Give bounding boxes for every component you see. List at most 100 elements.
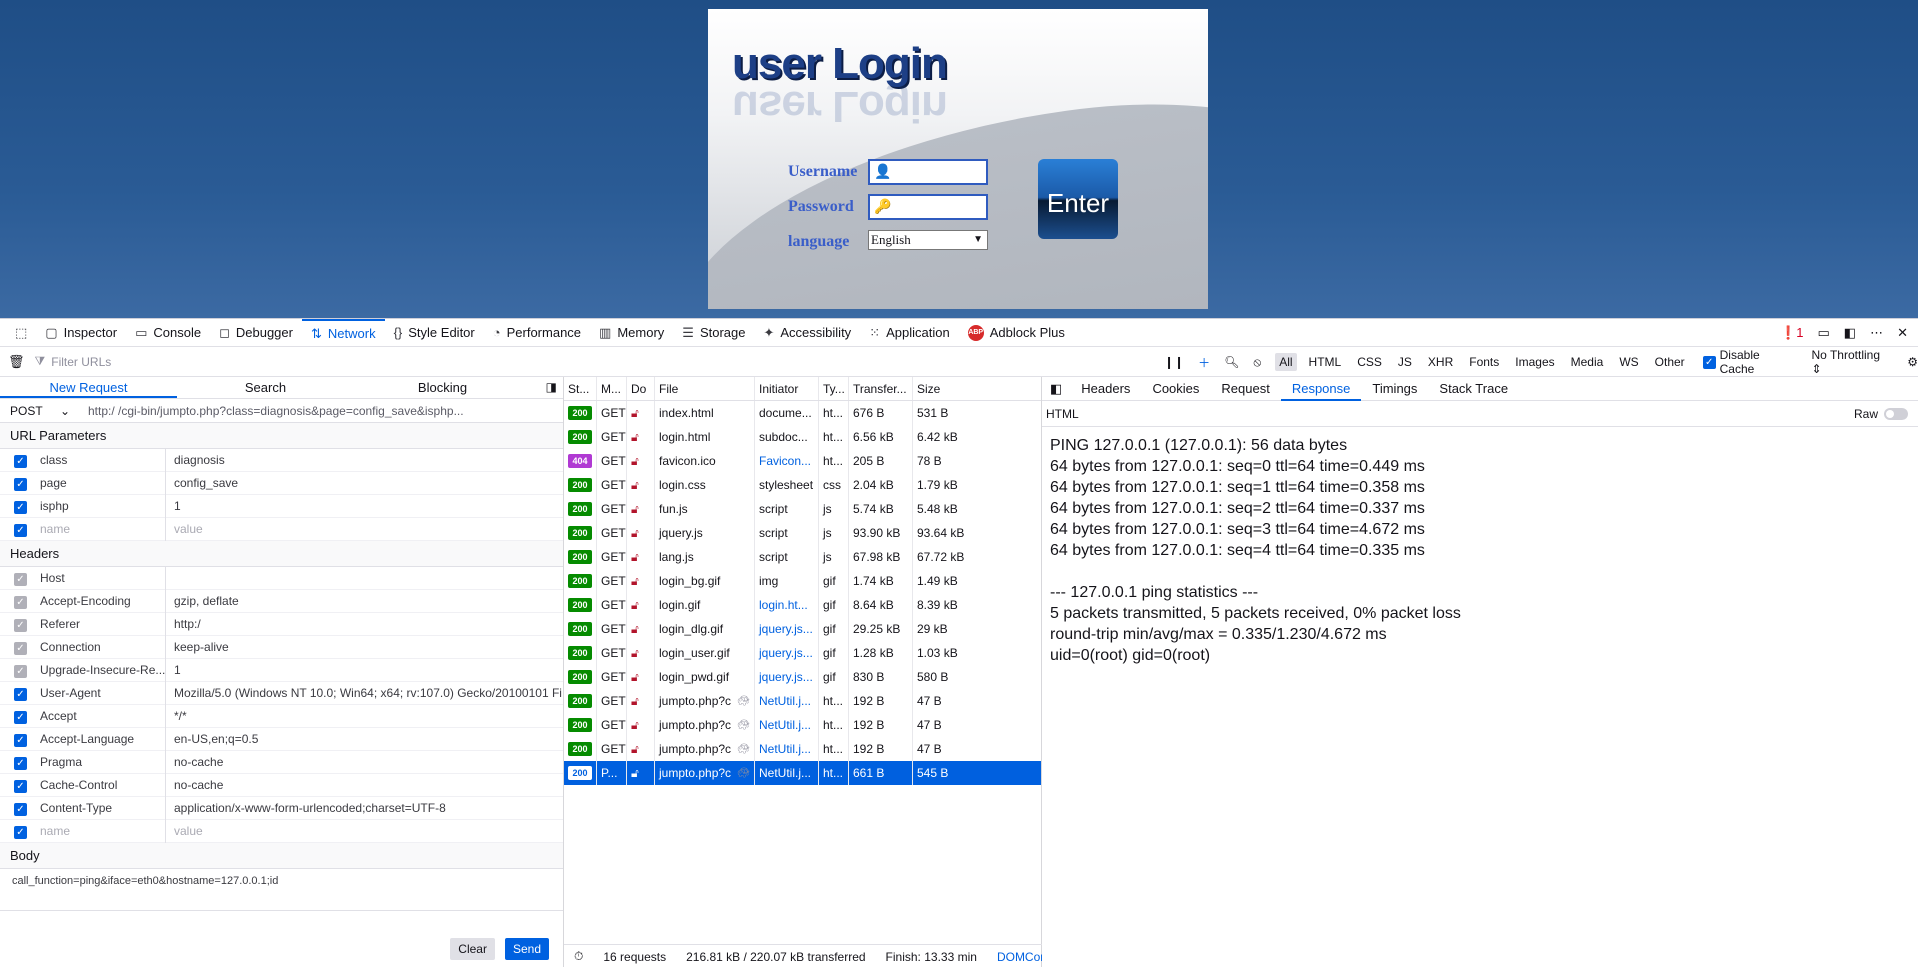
tab-search[interactable]: Search: [177, 377, 354, 398]
row-checkbox[interactable]: ✓: [0, 732, 27, 747]
column-header[interactable]: M...: [597, 377, 627, 400]
request-initiator[interactable]: Favicon...: [755, 449, 819, 473]
row-checkbox[interactable]: ✓: [0, 801, 27, 816]
request-row[interactable]: 200 GET 🔓︎ login.css stylesheet css 2.04 kB 1.7…: [564, 473, 1041, 497]
row-value[interactable]: config_save: [166, 476, 562, 490]
row-checkbox[interactable]: ✓: [0, 755, 27, 770]
tab-debugger[interactable]: ◻ Debugger: [210, 319, 302, 347]
close-icon[interactable]: ✕: [1897, 325, 1908, 341]
row-checkbox[interactable]: ✓: [0, 476, 27, 491]
tab-new-request[interactable]: New Request: [0, 377, 177, 398]
row-value[interactable]: http:/: [166, 617, 562, 631]
filter-urls-input[interactable]: ⧩ Filter URLs: [35, 351, 1155, 373]
row-checkbox[interactable]: ✓: [0, 778, 27, 793]
row-checkbox[interactable]: ✓: [0, 522, 27, 537]
tab-blocking[interactable]: Blocking: [354, 377, 531, 398]
row-key[interactable]: Content-Type: [22, 796, 166, 820]
tab-storage[interactable]: ☰ Storage: [673, 319, 754, 347]
request-initiator[interactable]: jquery.js...: [755, 665, 819, 689]
filter-type-ws[interactable]: WS: [1615, 353, 1642, 371]
pause-icon[interactable]: ❙❙: [1164, 355, 1184, 369]
request-initiator[interactable]: NetUtil.j...: [755, 713, 819, 737]
row-value[interactable]: en-US,en;q=0.5: [166, 732, 562, 746]
request-body-input[interactable]: call_function=ping&iface=eth0&hostname=1…: [0, 869, 563, 911]
element-picker-icon[interactable]: ⬚: [6, 319, 36, 347]
row-value[interactable]: no-cache: [166, 778, 562, 792]
row-checkbox[interactable]: ✓: [0, 709, 27, 724]
row-checkbox[interactable]: ✓: [0, 571, 27, 586]
disable-cache-checkbox[interactable]: ✓ Disable Cache: [1702, 348, 1798, 376]
row-key[interactable]: Upgrade-Insecure-Re...: [22, 658, 166, 682]
column-header[interactable]: Do: [627, 377, 655, 400]
method-select[interactable]: POST ⌄: [0, 404, 78, 418]
request-initiator[interactable]: NetUtil.j...: [755, 761, 819, 785]
column-header[interactable]: Ty...: [819, 377, 849, 400]
row-value[interactable]: Mozilla/5.0 (Windows NT 10.0; Win64; x64…: [166, 686, 562, 700]
tab-stack-trace[interactable]: Stack Trace: [1428, 377, 1519, 401]
filter-type-css[interactable]: CSS: [1353, 353, 1386, 371]
clear-button[interactable]: Clear: [450, 938, 495, 960]
tab-application[interactable]: ⁙ Application: [860, 319, 959, 347]
request-row[interactable]: 200 GET 🔓︎ login_pwd.gif jquery.js... gif 830 …: [564, 665, 1041, 689]
language-select[interactable]: English ▼: [868, 230, 988, 250]
send-button[interactable]: Send: [504, 938, 549, 960]
tab-accessibility[interactable]: ✦ Accessibility: [754, 319, 860, 347]
column-header[interactable]: Initiator: [755, 377, 819, 400]
enter-button[interactable]: Enter: [1038, 159, 1118, 239]
settings-gear-icon[interactable]: ⚙: [1907, 355, 1918, 369]
row-key[interactable]: Referer: [22, 612, 166, 636]
request-initiator[interactable]: jquery.js...: [755, 641, 819, 665]
request-row[interactable]: 200 GET 🔓︎ index.html docume... ht... 676 B 531…: [564, 401, 1041, 425]
row-value[interactable]: 1: [166, 499, 562, 513]
password-field[interactable]: 🔑: [868, 194, 988, 220]
row-key[interactable]: name: [22, 517, 166, 541]
block-icon[interactable]: ⦸: [1253, 355, 1261, 370]
filter-type-html[interactable]: HTML: [1305, 353, 1346, 371]
row-key[interactable]: Accept-Language: [22, 727, 166, 751]
row-value[interactable]: diagnosis: [166, 453, 562, 467]
row-key[interactable]: Connection: [22, 635, 166, 659]
tab-inspector[interactable]: ▢ Inspector: [36, 319, 126, 347]
row-key[interactable]: Accept: [22, 704, 166, 728]
request-initiator[interactable]: NetUtil.j...: [755, 689, 819, 713]
toggle-sidebar-icon[interactable]: ◧: [1042, 381, 1070, 397]
request-row[interactable]: 200 GET 🔓︎ login_dlg.gif jquery.js... gif 29.2…: [564, 617, 1041, 641]
tab-memory[interactable]: ▥ Memory: [590, 319, 673, 347]
tab-adblock-plus[interactable]: ABP Adblock Plus: [959, 319, 1074, 347]
row-key[interactable]: Accept-Encoding: [22, 589, 166, 613]
filter-type-fonts[interactable]: Fonts: [1465, 353, 1503, 371]
trash-icon[interactable]: 🗑: [8, 354, 25, 370]
request-row[interactable]: 404 GET 🔓︎ favicon.ico Favicon... ht... 205 B 7…: [564, 449, 1041, 473]
request-initiator[interactable]: jquery.js...: [755, 617, 819, 641]
row-value[interactable]: 1: [166, 663, 562, 677]
filter-type-other[interactable]: Other: [1651, 353, 1689, 371]
request-row[interactable]: 200 GET 🔓︎ login.gif login.ht... gif 8.64 kB 8.…: [564, 593, 1041, 617]
row-value[interactable]: keep-alive: [166, 640, 562, 654]
request-row[interactable]: 200 GET 🔓︎ lang.js script js 67.98 kB 67.72 kB: [564, 545, 1041, 569]
row-checkbox[interactable]: ✓: [0, 499, 27, 514]
row-checkbox[interactable]: ✓: [0, 594, 27, 609]
request-row[interactable]: 200 GET 🔓︎ jumpto.php?c 🐢︎ NetUtil.j... ht... 1…: [564, 713, 1041, 737]
tab-response[interactable]: Response: [1280, 377, 1362, 401]
request-row[interactable]: 200 GET 🔓︎ jumpto.php?c 🐢︎ NetUtil.j... ht... 1…: [564, 689, 1041, 713]
row-key[interactable]: page: [22, 471, 166, 495]
tab-request[interactable]: Request: [1210, 377, 1280, 401]
username-field[interactable]: 👤: [868, 159, 988, 185]
row-checkbox[interactable]: ✓: [0, 824, 27, 839]
row-checkbox[interactable]: ✓: [0, 617, 27, 632]
row-value[interactable]: no-cache: [166, 755, 562, 769]
row-checkbox[interactable]: ✓: [0, 640, 27, 655]
filter-type-js[interactable]: JS: [1394, 353, 1416, 371]
row-checkbox[interactable]: ✓: [0, 453, 27, 468]
dock-icon[interactable]: ◧: [1844, 325, 1856, 341]
request-row[interactable]: 200 P... 🔓︎ jumpto.php?c 🐢︎ NetUtil.j... ht...…: [564, 761, 1041, 785]
more-options-icon[interactable]: ⋯: [1870, 325, 1883, 341]
throttling-select[interactable]: No Throttling ⇕: [1812, 348, 1894, 376]
performance-icon[interactable]: ⏱: [574, 949, 583, 964]
row-value[interactable]: application/x-www-form-urlencoded;charse…: [166, 801, 562, 815]
row-key[interactable]: class: [22, 448, 166, 472]
row-checkbox[interactable]: ✓: [0, 663, 27, 678]
split-console-icon[interactable]: ▭: [1818, 325, 1830, 341]
collapse-pane-icon[interactable]: ◨: [546, 380, 557, 394]
tab-network[interactable]: ⇅ Network: [301, 318, 385, 347]
